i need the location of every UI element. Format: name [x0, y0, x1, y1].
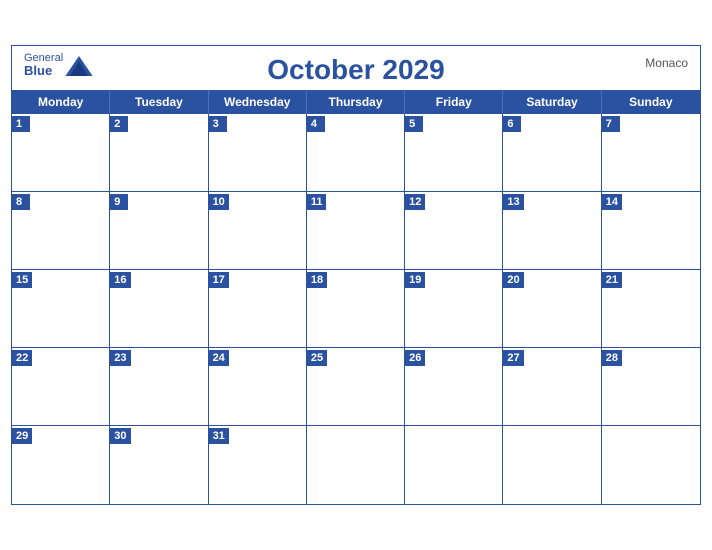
day-cell-5: 5 — [405, 114, 503, 192]
day-number: 22 — [12, 350, 32, 366]
day-cell-28: 28 — [602, 348, 700, 426]
day-header-sunday: Sunday — [602, 90, 700, 114]
day-cell-17: 17 — [209, 270, 307, 348]
day-cell-8: 8 — [12, 192, 110, 270]
day-header-friday: Friday — [405, 90, 503, 114]
day-number: 6 — [503, 116, 521, 132]
day-cell-2: 2 — [110, 114, 208, 192]
day-cell-6: 6 — [503, 114, 601, 192]
day-cell-30: 30 — [110, 426, 208, 504]
day-cell-26: 26 — [405, 348, 503, 426]
day-number: 15 — [12, 272, 32, 288]
day-number: 2 — [110, 116, 128, 132]
day-cell-18: 18 — [307, 270, 405, 348]
month-title: October 2029 — [267, 54, 444, 86]
day-number: 25 — [307, 350, 327, 366]
day-cell-12: 12 — [405, 192, 503, 270]
day-number: 28 — [602, 350, 622, 366]
day-number: 11 — [307, 194, 327, 210]
day-cell-21: 21 — [602, 270, 700, 348]
day-header-tuesday: Tuesday — [110, 90, 208, 114]
day-cell-7: 7 — [602, 114, 700, 192]
day-number: 24 — [209, 350, 229, 366]
country-label: Monaco — [645, 56, 688, 70]
day-cell-11: 11 — [307, 192, 405, 270]
day-cell-1: 1 — [12, 114, 110, 192]
day-number: 27 — [503, 350, 523, 366]
day-number: 9 — [110, 194, 128, 210]
day-number: 3 — [209, 116, 227, 132]
day-header-saturday: Saturday — [503, 90, 601, 114]
day-cell-31: 31 — [209, 426, 307, 504]
day-number: 16 — [110, 272, 130, 288]
day-cell-16: 16 — [110, 270, 208, 348]
day-number: 30 — [110, 428, 130, 444]
day-cell-9: 9 — [110, 192, 208, 270]
day-number: 5 — [405, 116, 423, 132]
day-number: 20 — [503, 272, 523, 288]
day-number: 18 — [307, 272, 327, 288]
day-number: 21 — [602, 272, 622, 288]
day-number: 23 — [110, 350, 130, 366]
day-number: 17 — [209, 272, 229, 288]
day-cell-10: 10 — [209, 192, 307, 270]
day-cell-29: 29 — [12, 426, 110, 504]
day-number: 1 — [12, 116, 30, 132]
day-cell-20: 20 — [503, 270, 601, 348]
day-cell-14: 14 — [602, 192, 700, 270]
day-number: 19 — [405, 272, 425, 288]
day-cell-19: 19 — [405, 270, 503, 348]
day-number: 4 — [307, 116, 325, 132]
logo-blue: Blue — [24, 64, 63, 78]
day-cell-4: 4 — [307, 114, 405, 192]
day-cell-25: 25 — [307, 348, 405, 426]
day-number: 10 — [209, 194, 229, 210]
calendar: General Blue October 2029 Monaco Monday … — [11, 45, 701, 505]
day-number: 13 — [503, 194, 523, 210]
days-header: Monday Tuesday Wednesday Thursday Friday… — [12, 90, 700, 114]
day-header-monday: Monday — [12, 90, 110, 114]
day-number: 12 — [405, 194, 425, 210]
logo-icon — [65, 56, 93, 76]
day-header-wednesday: Wednesday — [209, 90, 307, 114]
day-number: 14 — [602, 194, 622, 210]
day-number: 29 — [12, 428, 32, 444]
day-cell-15: 15 — [12, 270, 110, 348]
calendar-header: General Blue October 2029 Monaco — [12, 46, 700, 90]
empty-cell — [307, 426, 405, 504]
day-cell-3: 3 — [209, 114, 307, 192]
empty-cell — [503, 426, 601, 504]
day-number: 8 — [12, 194, 30, 210]
day-cell-24: 24 — [209, 348, 307, 426]
day-number: 7 — [602, 116, 620, 132]
day-number: 31 — [209, 428, 229, 444]
empty-cell — [405, 426, 503, 504]
day-cell-23: 23 — [110, 348, 208, 426]
day-cell-27: 27 — [503, 348, 601, 426]
day-header-thursday: Thursday — [307, 90, 405, 114]
day-cell-13: 13 — [503, 192, 601, 270]
day-number: 26 — [405, 350, 425, 366]
calendar-grid: 1234567891011121314151617181920212223242… — [12, 114, 700, 504]
day-cell-22: 22 — [12, 348, 110, 426]
logo-area: General Blue — [24, 52, 93, 78]
empty-cell — [602, 426, 700, 504]
